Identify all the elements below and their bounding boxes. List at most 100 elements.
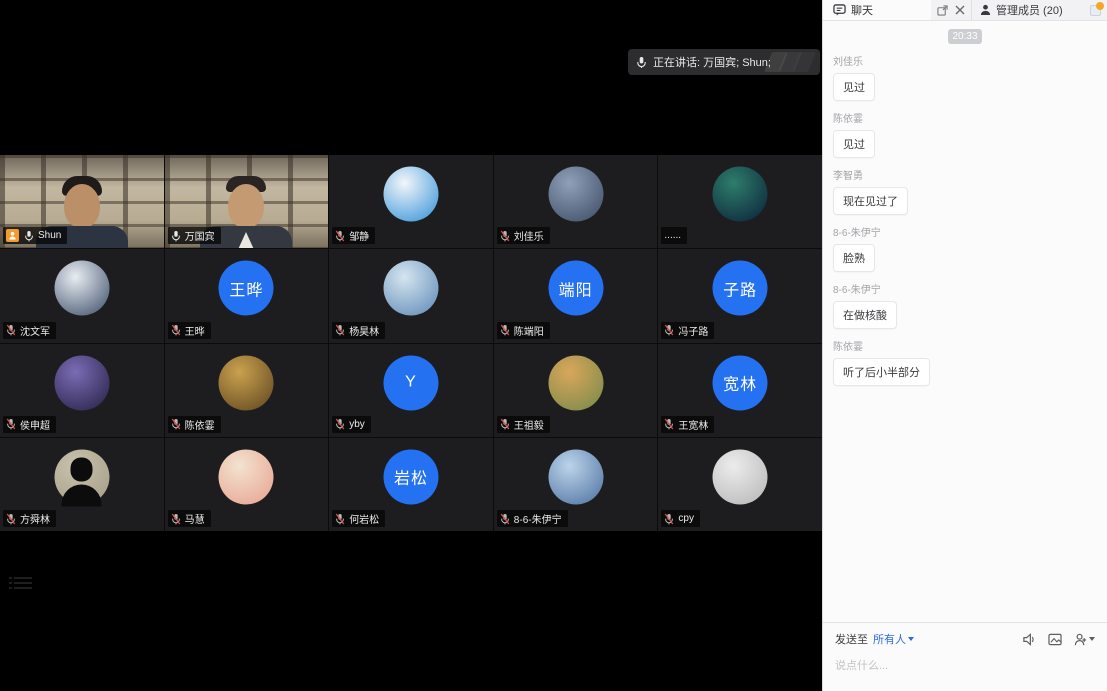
host-badge-icon [6, 229, 19, 242]
mic-on-icon [171, 230, 181, 242]
view-list-icon[interactable] [8, 574, 34, 592]
video-grid: Shun 万国宾 邹静 刘佳乐 ...... 沈文军 王晔 王晔 杨昊林 端阳 陈端… [0, 155, 822, 531]
participant-tile[interactable]: 端阳 陈端阳 [494, 249, 658, 342]
avatar-initials: 宽林 [713, 355, 768, 410]
video-area: 正在讲话: 万国宾; Shun; Shun 万国宾 邹静 刘佳乐 ...... … [0, 0, 822, 691]
avatar-initials: Y [383, 355, 438, 410]
participant-tile[interactable]: 陈依霎 [165, 344, 329, 437]
popout-icon[interactable] [937, 5, 948, 16]
participant-tile[interactable]: 方舜林 [0, 438, 164, 531]
participant-tile[interactable]: 侯申超 [0, 344, 164, 437]
participant-name-label: 沈文军 [3, 322, 56, 339]
participant-name: 杨昊林 [349, 323, 379, 338]
chevron-down-icon [1089, 637, 1095, 641]
participant-name: 王晔 [185, 323, 205, 338]
chat-header-icons [931, 5, 971, 16]
participant-name: 马慧 [185, 511, 205, 526]
message-sender: 刘佳乐 [833, 53, 1097, 68]
participant-tile[interactable]: 宽林 王宽林 [658, 344, 822, 437]
participant-name: 侯申超 [20, 417, 50, 432]
participant-name-label: 陈依霎 [168, 416, 221, 433]
avatar-photo [383, 261, 438, 316]
participant-name-label: 何岩松 [332, 510, 385, 527]
chat-input[interactable]: 说点什么... [835, 657, 1095, 673]
participant-name: 刘佳乐 [514, 228, 544, 243]
chat-message-list[interactable]: 20:33 刘佳乐见过陈依霎见过李智勇现在见过了8-6-朱伊宁脸熟8-6-朱伊宁… [823, 21, 1107, 622]
sound-notification-icon[interactable] [1022, 633, 1036, 646]
mic-muted-icon [500, 418, 510, 430]
speaking-indicator: 正在讲话: 万国宾; Shun; [628, 49, 820, 75]
message-bubble: 脸熟 [833, 244, 875, 272]
mic-muted-icon [664, 324, 674, 336]
participant-name-label: 王宽林 [661, 416, 714, 433]
tab-chat-label: 聊天 [851, 2, 873, 18]
participant-name-label: 万国宾 [168, 227, 221, 244]
recipient-dropdown[interactable]: 所有人 [873, 631, 914, 647]
avatar-photo [548, 167, 603, 222]
avatar-initials: 王晔 [219, 261, 274, 316]
participant-tile[interactable]: 马慧 [165, 438, 329, 531]
participant-name-label: cpy [661, 510, 700, 527]
chat-footer: 发送至 所有人 说点什么... [823, 622, 1107, 691]
mic-muted-icon [500, 324, 510, 336]
avatar-photo [219, 449, 274, 504]
sticker-pack-icon[interactable] [1090, 2, 1104, 16]
participant-name: 方舜林 [20, 511, 50, 526]
private-chat-icon[interactable] [1074, 633, 1095, 646]
participant-name-label: 马慧 [168, 510, 211, 527]
avatar-photo [548, 355, 603, 410]
participant-tile[interactable]: 8-6-朱伊宁 [494, 438, 658, 531]
tab-chat[interactable]: 聊天 [823, 0, 931, 20]
chat-panel: 聊天 管理成员 (20) 20:33 刘佳乐见过陈依霎见过李智 [822, 0, 1107, 691]
participant-name: 王祖毅 [514, 417, 544, 432]
participant-name: 冯子路 [678, 323, 708, 338]
message-sender: 李智勇 [833, 167, 1097, 182]
close-icon[interactable] [955, 5, 965, 15]
mic-muted-icon [664, 418, 674, 430]
mic-muted-icon [335, 324, 345, 336]
mic-muted-icon [335, 418, 345, 430]
chat-timestamp: 20:33 [948, 29, 982, 44]
participant-tile[interactable]: 杨昊林 [329, 249, 493, 342]
mic-muted-icon [335, 513, 345, 525]
microphone-icon [636, 56, 647, 69]
avatar-photo [54, 449, 109, 504]
participant-name: 8-6-朱伊宁 [514, 511, 562, 526]
mic-muted-icon [171, 418, 181, 430]
mic-muted-icon [6, 418, 16, 430]
participant-name: 陈端阳 [514, 323, 544, 338]
avatar-photo [54, 355, 109, 410]
speaking-text: 正在讲话: 万国宾; Shun; [653, 54, 771, 70]
participant-name: ...... [664, 230, 681, 241]
avatar-initials: 岩松 [383, 449, 438, 504]
participant-tile[interactable]: 王晔 王晔 [165, 249, 329, 342]
mic-muted-icon [500, 230, 510, 242]
tab-members-label: 管理成员 (20) [996, 2, 1063, 18]
participant-tile[interactable]: Shun [0, 155, 164, 248]
avatar-photo [383, 167, 438, 222]
send-to-label: 发送至 [835, 631, 868, 647]
participant-name: 何岩松 [349, 511, 379, 526]
participant-tile[interactable]: 王祖毅 [494, 344, 658, 437]
avatar-photo [219, 355, 274, 410]
participant-tile[interactable]: 沈文军 [0, 249, 164, 342]
participant-tile[interactable]: ...... [658, 155, 822, 248]
participant-tile[interactable]: Y yby [329, 344, 493, 437]
participant-name: 万国宾 [185, 228, 215, 243]
participant-name-label: 冯子路 [661, 322, 714, 339]
participant-tile[interactable]: 子路 冯子路 [658, 249, 822, 342]
mic-muted-icon [6, 324, 16, 336]
participant-tile[interactable]: cpy [658, 438, 822, 531]
participant-tile[interactable]: 刘佳乐 [494, 155, 658, 248]
tab-manage-members[interactable]: 管理成员 (20) [971, 0, 1107, 20]
mic-on-icon [24, 230, 34, 242]
message-sender: 陈依霎 [833, 110, 1097, 125]
participant-tile[interactable]: 万国宾 [165, 155, 329, 248]
image-upload-icon[interactable] [1048, 633, 1062, 646]
mic-muted-icon [6, 513, 16, 525]
participant-name: yby [349, 419, 365, 430]
participant-tile[interactable]: 岩松 何岩松 [329, 438, 493, 531]
message-sender: 8-6-朱伊宁 [833, 224, 1097, 239]
participant-name: 沈文军 [20, 323, 50, 338]
participant-tile[interactable]: 邹静 [329, 155, 493, 248]
